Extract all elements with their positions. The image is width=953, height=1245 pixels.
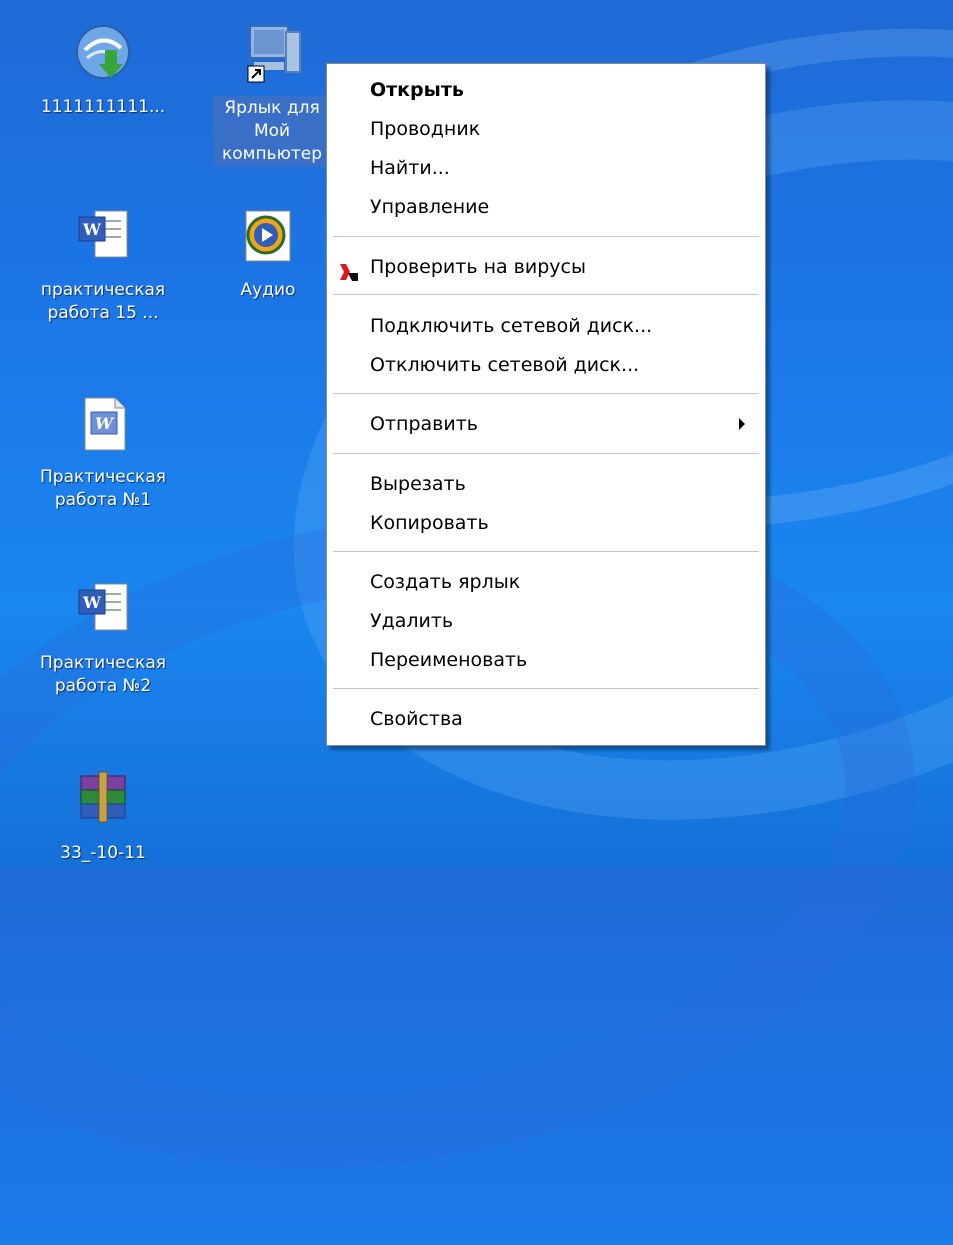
menu-item-rename[interactable]: Переименовать	[327, 642, 765, 678]
desktop-icon-word-doc[interactable]: W Практическая работа №2	[38, 578, 168, 698]
media-player-icon	[236, 205, 300, 269]
desktop-icon-download[interactable]: 1111111111...	[38, 22, 168, 119]
menu-separator	[333, 453, 759, 454]
word-document-icon: W	[71, 205, 135, 269]
word-document-icon: W	[71, 392, 135, 456]
menu-item-send-to[interactable]: Отправить	[327, 406, 765, 442]
menu-item-map-network-drive[interactable]: Подключить сетевой диск...	[327, 308, 765, 344]
menu-item-open[interactable]: Открыть	[327, 72, 765, 108]
desktop-icon-word-doc[interactable]: W практическая работа 15 ...	[38, 205, 168, 325]
svg-text:W: W	[82, 220, 102, 239]
desktop-icon-audio[interactable]: Аудио	[213, 205, 323, 302]
computer-icon	[240, 22, 304, 86]
menu-item-properties[interactable]: Свойства	[327, 701, 765, 737]
menu-item-scan-virus[interactable]: Проверить на вирусы	[327, 249, 765, 285]
desktop-icon-word-doc[interactable]: W Практическая работа №1	[38, 392, 168, 512]
desktop-icon-label: практическая работа 15 ...	[40, 280, 166, 323]
menu-item-cut[interactable]: Вырезать	[327, 466, 765, 502]
desktop-icon-label: Практическая работа №2	[40, 653, 166, 696]
desktop-icon-label: Аудио	[240, 280, 296, 300]
desktop-icon-label: 1111111111...	[40, 97, 166, 117]
winrar-archive-icon	[71, 768, 135, 832]
desktop-icon-label: Ярлык для Мой компьютер	[213, 96, 331, 167]
menu-item-manage[interactable]: Управление	[327, 189, 765, 225]
menu-separator	[333, 688, 759, 689]
submenu-arrow-icon	[739, 418, 745, 430]
kaspersky-icon	[339, 258, 359, 281]
menu-item-search[interactable]: Найти...	[327, 150, 765, 186]
desktop-icon-label: Практическая работа №1	[40, 467, 166, 510]
svg-text:W: W	[95, 414, 115, 433]
menu-item-create-shortcut[interactable]: Создать ярлык	[327, 564, 765, 600]
desktop-icon-label: 33_-10-11	[60, 843, 146, 863]
menu-item-explorer[interactable]: Проводник	[327, 111, 765, 147]
menu-separator	[333, 236, 759, 237]
word-document-icon: W	[71, 578, 135, 642]
menu-separator	[333, 294, 759, 295]
desktop-icon-archive[interactable]: 33_-10-11	[38, 768, 168, 865]
svg-text:W: W	[82, 593, 102, 612]
menu-item-delete[interactable]: Удалить	[327, 603, 765, 639]
desktop-icon-my-computer[interactable]: Ярлык для Мой компьютер	[213, 22, 331, 167]
menu-separator	[333, 551, 759, 552]
menu-item-disconnect-network-drive[interactable]: Отключить сетевой диск...	[327, 347, 765, 383]
menu-item-copy[interactable]: Копировать	[327, 505, 765, 541]
download-icon	[71, 22, 135, 86]
menu-separator	[333, 393, 759, 394]
context-menu: Открыть Проводник Найти... Управление Пр…	[326, 63, 766, 746]
